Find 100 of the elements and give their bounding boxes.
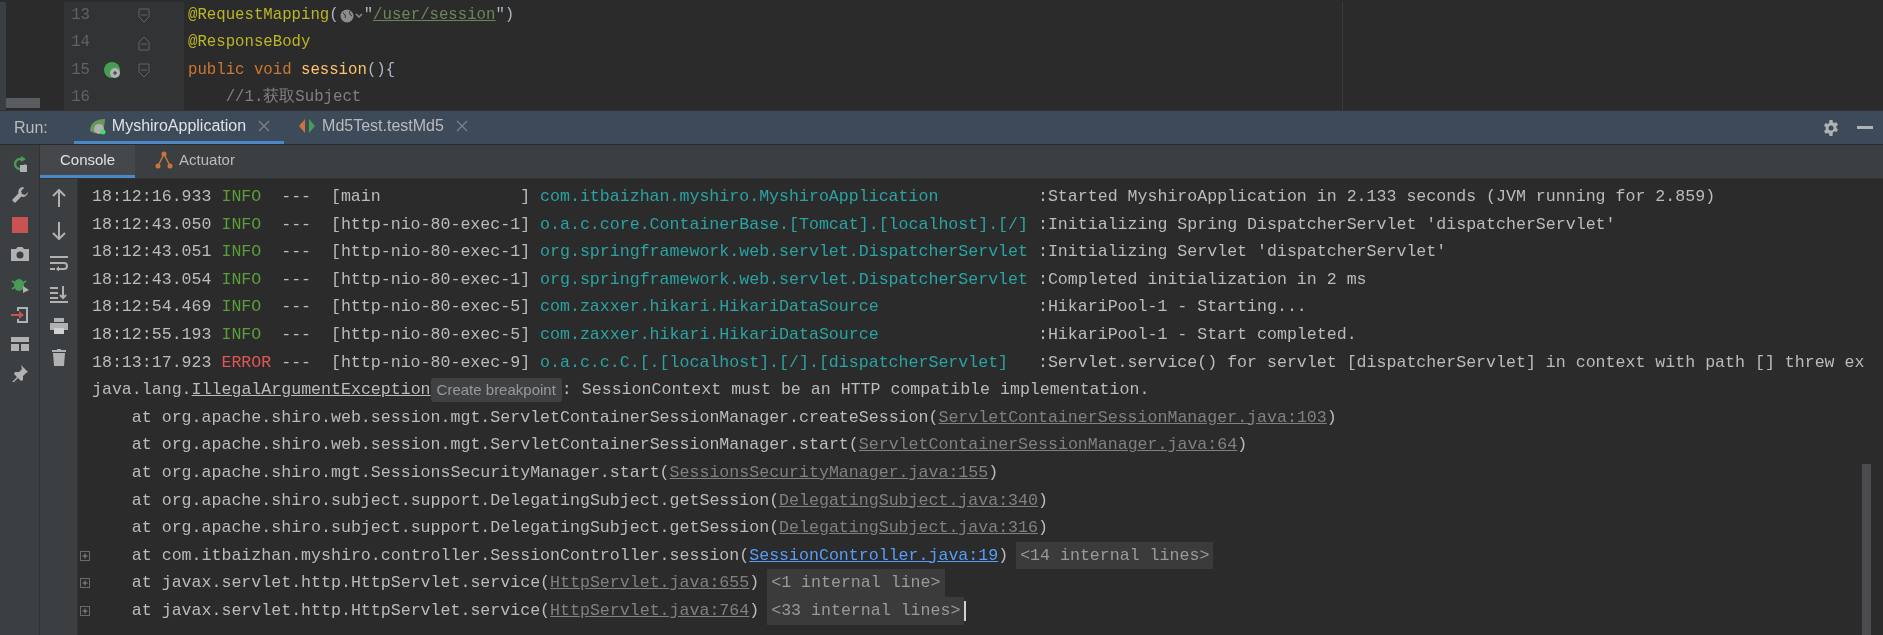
thread-name: [http-nio-80-exec-1]	[330, 268, 532, 291]
settings-icon[interactable]	[1822, 118, 1840, 137]
stack-frame-call: at org.apache.shiro.web.session.mgt.ServletContainerSessionManager.start(	[130, 434, 859, 457]
code-text: (	[329, 4, 339, 26]
logger-name: com.zaxxer.hikari.HikariDataSource	[540, 323, 880, 346]
log-separator: ---	[281, 351, 313, 374]
log-separator: ---	[281, 186, 313, 208]
log-message: :Servlet.service() for servlet [dispatcherServlet] in context with path [] threw ex	[1037, 351, 1865, 374]
arrow-down-icon[interactable]	[51, 222, 66, 240]
stack-frame-end: )	[1326, 406, 1337, 429]
console-tab[interactable]: Actuator	[135, 145, 255, 178]
keyword-text: public void	[188, 59, 293, 81]
stack-frame-end: )	[749, 599, 760, 622]
source-file-link[interactable]: DelegatingSubject.java:316	[779, 514, 1038, 542]
log-timestamp: 18:13:17.923	[92, 351, 213, 374]
log-separator: ---	[281, 268, 313, 291]
run-tab[interactable]: Md5Test.testMd5	[284, 111, 482, 144]
stack-frame-call: at javax.servlet.http.HttpServlet.service(	[130, 572, 551, 595]
logger-name: com.zaxxer.hikari.HikariDataSource	[540, 296, 880, 319]
close-icon	[258, 120, 271, 132]
log-timestamp: 18:12:43.054	[92, 268, 213, 291]
thread-name: [http-nio-80-exec-5]	[330, 323, 532, 346]
source-file-link[interactable]: SessionController.java:19	[749, 541, 999, 570]
url-link[interactable]: /user/session	[373, 3, 496, 28]
log-level: INFO	[221, 241, 263, 264]
log-timestamp: 18:12:55.193	[92, 323, 213, 346]
thread-name: [http-nio-80-exec-9]	[330, 351, 532, 374]
stack-frame-end: )	[749, 572, 760, 595]
log-level: INFO	[221, 186, 263, 208]
logger-name: o.a.c.core.ContainerBase.[Tomcat].[localhost].[/]	[540, 213, 1029, 236]
layout-icon[interactable]	[10, 337, 29, 351]
logger-name: o.a.c.c.C.[.[localhost].[/].[dispatcherServlet]	[540, 351, 1010, 374]
exception-message: : SessionContext must be an HTTP compatible implementation.	[561, 379, 1150, 402]
source-file-link[interactable]: ServletContainerSessionManager.java:103	[938, 403, 1327, 432]
trash-icon[interactable]	[51, 349, 66, 366]
wrench-icon[interactable]	[10, 186, 29, 204]
annotation-text: @ResponseBody	[188, 32, 311, 54]
folded-lines-label[interactable]: <14 internal lines>	[1016, 541, 1214, 570]
scroll-to-end-icon[interactable]	[49, 286, 68, 303]
log-message: :Initializing Servlet 'dispatcherServlet'	[1037, 241, 1447, 264]
create-breakpoint-tooltip: Create breakpoint	[430, 377, 562, 402]
log-separator: ---	[281, 323, 313, 346]
stack-frame-call: at org.apache.shiro.subject.support.DelegatingSubject.getSession(	[130, 489, 780, 512]
code-text: (){	[366, 59, 396, 81]
log-message: :Started MyshiroApplication in 2.133 seconds (JVM running for 2.859)	[1037, 186, 1716, 208]
pin-icon[interactable]	[10, 364, 29, 382]
log-timestamp: 18:12:43.050	[92, 213, 213, 236]
log-timestamp: 18:12:54.469	[92, 296, 213, 319]
log-message: :HikariPool-1 - Start completed.	[1037, 323, 1357, 346]
source-file-link[interactable]: HttpServlet.java:655	[550, 569, 750, 597]
thread-name: [http-nio-80-exec-1]	[330, 241, 532, 264]
log-level: INFO	[221, 213, 263, 236]
log-separator: ---	[281, 241, 313, 264]
exit-icon[interactable]	[10, 306, 29, 324]
nodes-icon	[155, 151, 174, 169]
stack-frame-call: at org.apache.shiro.web.session.mgt.ServletContainerSessionManager.createSession(	[130, 406, 939, 429]
tab-label: MyshiroApplication	[111, 116, 247, 136]
stop-icon[interactable]	[11, 217, 28, 233]
thread-name: [http-nio-80-exec-5]	[330, 296, 532, 319]
exception-package: java.lang.	[92, 379, 192, 402]
code-text: "	[363, 4, 374, 26]
exception-class-link[interactable]: IllegalArgumentException	[191, 376, 431, 404]
source-file-link[interactable]: SessionsSecurityManager.java:155	[669, 458, 989, 487]
method-name: session	[300, 59, 367, 81]
stack-frame-end: )	[998, 544, 1009, 567]
log-message: :Initializing Spring DispatcherServlet 'dispatcherServlet'	[1037, 213, 1616, 236]
stack-frame-call: at javax.servlet.http.HttpServlet.service(	[130, 599, 551, 622]
close-icon	[455, 120, 468, 132]
source-file-link[interactable]: DelegatingSubject.java:340	[779, 486, 1038, 515]
log-level: INFO	[221, 323, 263, 346]
code-comment: //1.获取Subject	[224, 86, 362, 109]
log-level: INFO	[221, 268, 263, 291]
source-file-link[interactable]: ServletContainerSessionManager.java:64	[858, 431, 1238, 459]
diamond-arrows-icon	[298, 117, 317, 135]
console-tab[interactable]: Console	[40, 145, 136, 178]
tab-label: Md5Test.testMd5	[322, 116, 444, 136]
log-message: :HikariPool-1 - Starting...	[1037, 296, 1307, 319]
scrollbar-thumb[interactable]	[1862, 464, 1871, 635]
run-label: Run:	[14, 117, 48, 138]
log-timestamp: 18:12:43.051	[92, 241, 213, 264]
thread-name: [http-nio-80-exec-1]	[330, 213, 532, 236]
log-message: :Completed initialization in 2 ms	[1037, 268, 1367, 291]
stack-frame-call: at org.apache.shiro.subject.support.DelegatingSubject.getSession(	[130, 517, 780, 540]
stack-frame-end: )	[988, 461, 999, 484]
stack-frame-end: )	[1038, 489, 1048, 512]
fold-icon	[138, 62, 150, 78]
camera-icon[interactable]	[9, 246, 30, 262]
log-separator: ---	[281, 213, 313, 236]
folded-lines-label[interactable]: <33 internal lines>	[767, 596, 965, 625]
print-icon[interactable]	[49, 318, 68, 334]
log-separator: ---	[281, 296, 313, 319]
folded-lines-label[interactable]: <1 internal line>	[767, 569, 945, 597]
soft-wrap-icon[interactable]	[49, 255, 68, 271]
log-timestamp: 18:12:16.933	[92, 186, 213, 208]
logger-name: com.itbaizhan.myshiro.MyshiroApplication	[540, 186, 940, 208]
scroll-thumb[interactable]	[6, 98, 40, 108]
source-file-link[interactable]: HttpServlet.java:764	[550, 596, 750, 625]
log-level: ERROR	[221, 351, 273, 374]
fold-icon	[138, 8, 150, 24]
arrow-up-icon[interactable]	[51, 189, 66, 207]
